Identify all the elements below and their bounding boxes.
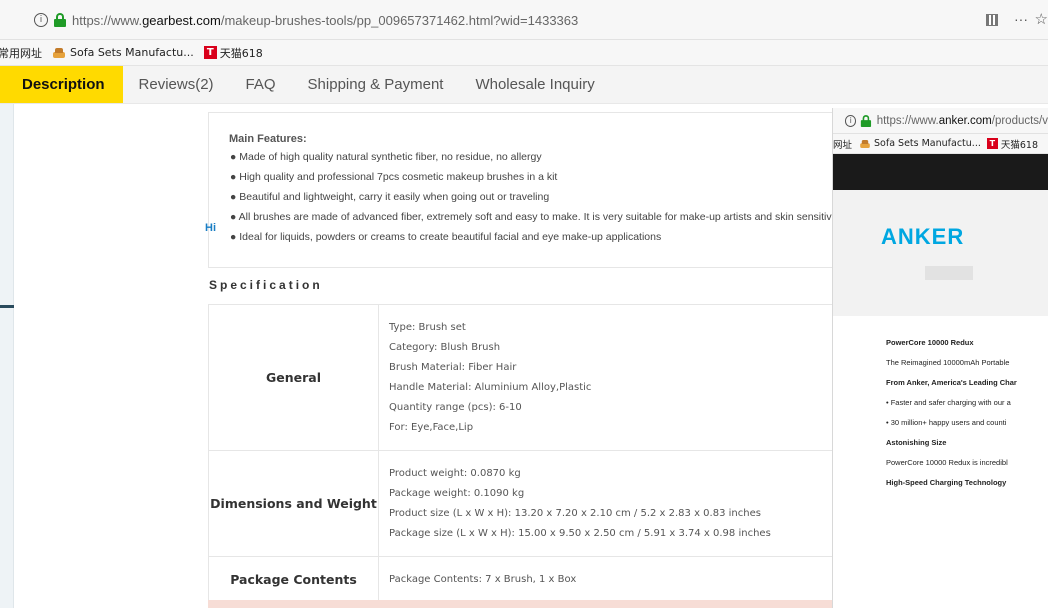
spec-value: Brush Material: Fiber Hair bbox=[389, 361, 517, 373]
bookmark-common-sites[interactable]: 常用网址 bbox=[0, 45, 42, 61]
hero-placeholder bbox=[925, 266, 973, 280]
sofa-icon bbox=[859, 139, 870, 149]
tab-reviews[interactable]: Reviews(2) bbox=[123, 66, 230, 103]
features-title: Main Features: bbox=[229, 133, 307, 145]
feature-item: ● Made of high quality natural synthetic… bbox=[230, 151, 542, 163]
feature-item: ● All brushes are made of advanced fiber… bbox=[230, 211, 853, 223]
table-row: Dimensions and Weight Product weight: 0.… bbox=[208, 450, 848, 557]
anker-text-line: The Reimagined 10000mAh Portable bbox=[886, 358, 1010, 367]
anker-text-line: From Anker, America's Leading Char bbox=[886, 378, 1017, 387]
anker-product-text: PowerCore 10000 Redux The Reimagined 100… bbox=[886, 333, 1048, 493]
lock-icon[interactable] bbox=[54, 13, 66, 27]
bookmark-tmall-label: 天猫618 bbox=[219, 46, 263, 60]
spec-value: Type: Brush set bbox=[389, 321, 466, 333]
url-prefix: https://www. bbox=[876, 114, 939, 127]
feature-item: ● Beautiful and lightweight, carry it ea… bbox=[230, 191, 550, 203]
spec-values-package: Package Contents: 7 x Brush, 1 x Box bbox=[378, 556, 848, 603]
site-info-icon[interactable]: i bbox=[845, 114, 857, 127]
bookmark-sofa-sets[interactable]: Sofa Sets Manufactu... bbox=[858, 138, 981, 150]
url-domain: gearbest.com bbox=[142, 12, 221, 28]
background-window-mark bbox=[0, 305, 14, 308]
anker-text-line: PowerCore 10000 Redux is incredibl bbox=[886, 458, 1008, 467]
tmall-icon: T bbox=[203, 46, 217, 59]
anker-text-line: PowerCore 10000 Redux bbox=[886, 338, 974, 347]
main-features-box: Main Features: ● Made of high quality na… bbox=[208, 112, 853, 268]
spec-label-package: Package Contents bbox=[208, 556, 379, 603]
bookmark-sofa-label: Sofa Sets Manufactu... bbox=[874, 138, 981, 149]
bookmark-sofa-sets[interactable]: Sofa Sets Manufactu... bbox=[52, 46, 194, 59]
spec-value: Handle Material: Aluminium Alloy,Plastic bbox=[389, 381, 592, 393]
site-info-icon[interactable]: i bbox=[34, 13, 48, 27]
anker-bookmarks-bar: 网址 Sofa Sets Manufactu... T 天猫618 bbox=[833, 134, 1048, 154]
feature-item: ● High quality and professional 7pcs cos… bbox=[230, 171, 558, 183]
next-section-edge bbox=[208, 600, 838, 608]
url-path: /makeup-brushes-tools/pp_009657371462.ht… bbox=[220, 12, 579, 28]
anker-logo[interactable]: ANKER bbox=[881, 224, 964, 250]
bookmark-star-icon[interactable]: ☆ bbox=[1035, 10, 1048, 28]
sofa-icon bbox=[52, 47, 66, 59]
spec-label-general: General bbox=[208, 304, 379, 451]
bookmark-sofa-label: Sofa Sets Manufactu... bbox=[70, 46, 194, 59]
background-window-strip bbox=[0, 100, 14, 608]
specification-table: General Type: Brush set Category: Blush … bbox=[208, 304, 848, 603]
anker-top-nav bbox=[833, 154, 1048, 190]
tab-shipping-payment[interactable]: Shipping & Payment bbox=[292, 66, 460, 103]
tab-faq[interactable]: FAQ bbox=[230, 66, 292, 103]
url-path: /products/v bbox=[991, 114, 1048, 127]
bookmark-tmall[interactable]: T 天猫618 bbox=[203, 45, 263, 61]
spec-value: Package size (L x W x H): 15.00 x 9.50 x… bbox=[389, 527, 771, 539]
url-prefix: https://www. bbox=[72, 12, 143, 28]
anker-text-line: High-Speed Charging Technology bbox=[886, 478, 1007, 487]
spec-value: Quantity range (pcs): 6-10 bbox=[389, 401, 522, 413]
qr-code-icon[interactable] bbox=[986, 14, 998, 26]
anker-address-bar[interactable]: i https://www.anker.com/products/v bbox=[833, 108, 1048, 134]
spec-value: Product size (L x W x H): 13.20 x 7.20 x… bbox=[389, 507, 761, 519]
bookmark-tmall[interactable]: T 天猫618 bbox=[986, 137, 1039, 151]
description-content: Main Features: ● Made of high quality na… bbox=[208, 112, 853, 603]
spec-label-dimensions: Dimensions and Weight bbox=[208, 450, 379, 557]
tab-description[interactable]: Description bbox=[0, 66, 123, 103]
bookmark-common-sites[interactable]: 网址 bbox=[833, 137, 852, 151]
bookmarks-bar: 常用网址 Sofa Sets Manufactu... T 天猫618 bbox=[0, 40, 1048, 66]
anker-text-line: Astonishing Size bbox=[886, 438, 947, 447]
anker-text-line: • 30 million+ happy users and counti bbox=[886, 418, 1007, 427]
table-row: General Type: Brush set Category: Blush … bbox=[208, 304, 848, 451]
anker-text-line: • Faster and safer charging with our a bbox=[886, 398, 1011, 407]
tmall-icon: T bbox=[986, 138, 998, 149]
more-icon[interactable]: ··· bbox=[1014, 11, 1028, 27]
spec-value: Product weight: 0.0870 kg bbox=[389, 467, 521, 479]
specification-heading: Specification bbox=[209, 278, 323, 292]
url-text[interactable]: https://www.gearbest.com/makeup-brushes-… bbox=[72, 13, 578, 28]
features-list: ● Made of high quality natural synthetic… bbox=[230, 147, 853, 247]
product-tabs: Description Reviews(2) FAQ Shipping & Pa… bbox=[0, 66, 1048, 104]
tab-wholesale-inquiry[interactable]: Wholesale Inquiry bbox=[459, 66, 610, 103]
spec-value: Package Contents: 7 x Brush, 1 x Box bbox=[389, 573, 577, 585]
anker-highlight-text: Hi bbox=[205, 222, 216, 234]
address-bar: i https://www.gearbest.com/makeup-brushe… bbox=[0, 0, 1048, 40]
spec-values-general: Type: Brush set Category: Blush Brush Br… bbox=[378, 304, 848, 451]
spec-value: For: Eye,Face,Lip bbox=[389, 421, 474, 433]
url-domain: anker.com bbox=[938, 114, 992, 127]
url-field[interactable]: i https://www.gearbest.com/makeup-brushe… bbox=[0, 6, 1048, 34]
anker-url-text[interactable]: https://www.anker.com/products/v bbox=[877, 115, 1048, 127]
spec-value: Package weight: 0.1090 kg bbox=[389, 487, 525, 499]
spec-values-dimensions: Product weight: 0.0870 kg Package weight… bbox=[378, 450, 848, 557]
anker-hero: ANKER bbox=[833, 190, 1048, 316]
browser-window: i https://www.gearbest.com/makeup-brushe… bbox=[0, 0, 1048, 608]
spec-value: Category: Blush Brush bbox=[389, 341, 501, 353]
feature-item: ● Ideal for liquids, powders or creams t… bbox=[230, 231, 662, 243]
bookmark-tmall-label: 天猫618 bbox=[1000, 139, 1039, 151]
table-row: Package Contents Package Contents: 7 x B… bbox=[208, 556, 848, 603]
lock-icon[interactable] bbox=[861, 114, 872, 127]
